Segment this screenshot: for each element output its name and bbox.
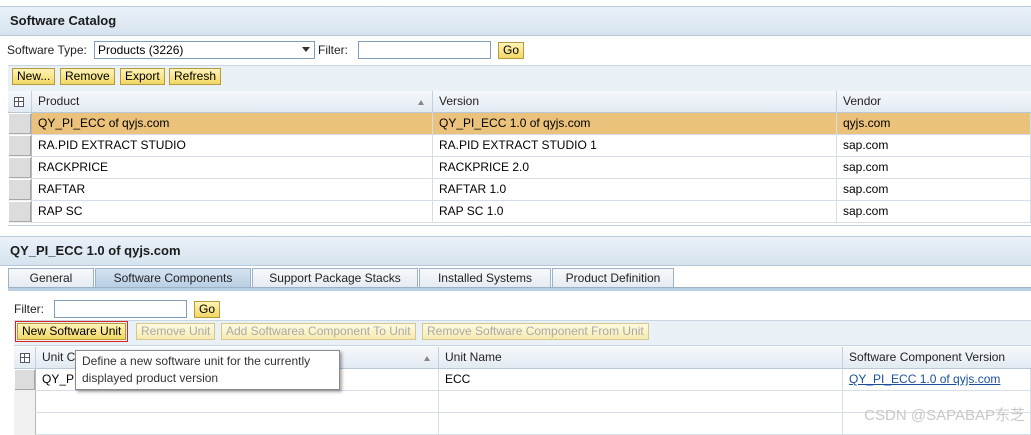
product-cell: RA.PID EXTRACT STUDIO xyxy=(32,135,433,157)
empty-cell xyxy=(439,391,843,413)
chevron-down-icon[interactable] xyxy=(302,47,310,52)
remove-button[interactable]: Remove xyxy=(60,68,115,85)
tab-strip-underline xyxy=(8,287,1031,291)
catalog-panel-title: Software Catalog xyxy=(0,6,1031,36)
row-selector xyxy=(14,391,36,413)
version-cell: RAFTAR 1.0 xyxy=(433,179,837,201)
vendor-cell: qyjs.com xyxy=(837,113,1031,135)
detail-toolbar: New Software Unit Remove Unit Add Softwa… xyxy=(14,320,1031,346)
detail-go-button[interactable]: Go xyxy=(194,301,221,318)
product-cell: RACKPRICE xyxy=(32,157,433,179)
row-selector[interactable] xyxy=(8,157,32,179)
catalog-toolbar: New... Remove Export Refresh xyxy=(8,65,1031,93)
catalog-filter-input[interactable] xyxy=(358,41,491,59)
table-row[interactable]: RACKPRICE RACKPRICE 2.0 sap.com xyxy=(8,157,1031,179)
vendor-cell: sap.com xyxy=(837,135,1031,157)
unit-c-column-label: Unit C xyxy=(42,350,76,364)
export-button[interactable]: Export xyxy=(120,68,165,85)
version-cell: RA.PID EXTRACT STUDIO 1 xyxy=(433,135,837,157)
row-selector xyxy=(14,413,36,435)
refresh-button[interactable]: Refresh xyxy=(169,68,222,85)
watermark: CSDN @SAPABAP东芝 xyxy=(864,407,1025,424)
vendor-column-header[interactable]: Vendor xyxy=(837,91,1031,113)
software-type-select[interactable]: Products (3226) xyxy=(94,41,315,59)
product-cell: QY_PI_ECC of qyjs.com xyxy=(32,113,433,135)
tab-installed-systems[interactable]: Installed Systems xyxy=(419,268,551,287)
tab-product-definition[interactable]: Product Definition xyxy=(552,268,674,287)
version-cell: RACKPRICE 2.0 xyxy=(433,157,837,179)
sort-ascending-icon[interactable] xyxy=(418,100,424,105)
detail-filter-input[interactable] xyxy=(54,300,187,318)
tooltip-line: Define a new software unit for the curre… xyxy=(82,354,311,368)
unit-name-cell: ECC xyxy=(439,369,843,391)
table-settings-icon[interactable] xyxy=(20,353,30,363)
remove-unit-button[interactable]: Remove Unit xyxy=(136,323,216,340)
empty-cell xyxy=(36,413,439,435)
scv-column-header[interactable]: Software Component Version xyxy=(843,347,1031,369)
detail-tabs: General Software Components Support Pack… xyxy=(8,268,1031,288)
sort-ascending-icon[interactable] xyxy=(424,356,430,361)
row-selector[interactable] xyxy=(8,113,32,135)
row-selector[interactable] xyxy=(8,135,32,157)
product-cell: RAFTAR xyxy=(32,179,433,201)
software-type-label: Software Type: xyxy=(7,43,87,57)
filter-label: Filter: xyxy=(318,43,348,57)
tooltip-line: displayed product version xyxy=(82,371,219,385)
table-settings-icon[interactable] xyxy=(14,97,24,107)
table-row[interactable]: RAFTAR RAFTAR 1.0 sap.com xyxy=(8,179,1031,201)
product-column-header[interactable]: Product xyxy=(32,91,433,113)
row-selector[interactable] xyxy=(8,201,32,223)
product-column-label: Product xyxy=(38,94,80,108)
version-cell: QY_PI_ECC 1.0 of qyjs.com xyxy=(433,113,837,135)
detail-filter-label: Filter: xyxy=(14,302,44,316)
table-row[interactable]: QY_PI_ECC of qyjs.com QY_PI_ECC 1.0 of q… xyxy=(8,113,1031,135)
tab-software-components[interactable]: Software Components xyxy=(95,268,251,287)
new-button[interactable]: New... xyxy=(12,68,56,85)
product-cell: RAP SC xyxy=(32,201,433,223)
row-selector[interactable] xyxy=(8,179,32,201)
tab-support-package-stacks[interactable]: Support Package Stacks xyxy=(252,268,418,287)
add-component-to-unit-button[interactable]: Add Softwarea Component To Unit xyxy=(221,323,416,340)
table-settings-header[interactable] xyxy=(14,347,36,369)
new-unit-tooltip: Define a new software unit for the curre… xyxy=(75,350,340,390)
version-cell: RAP SC 1.0 xyxy=(433,201,837,223)
unit-name-column-header[interactable]: Unit Name xyxy=(439,347,843,369)
version-column-header[interactable]: Version xyxy=(433,91,837,113)
table-row[interactable]: RAP SC RAP SC 1.0 sap.com xyxy=(8,201,1031,223)
new-software-unit-button[interactable]: New Software Unit xyxy=(14,321,129,342)
vendor-cell: sap.com xyxy=(837,157,1031,179)
detail-panel-title: QY_PI_ECC 1.0 of qyjs.com xyxy=(0,236,1031,266)
table-settings-header[interactable] xyxy=(8,91,32,113)
vendor-cell: sap.com xyxy=(837,179,1031,201)
catalog-go-button[interactable]: Go xyxy=(498,42,525,59)
software-type-value: Products (3226) xyxy=(98,43,184,57)
row-selector[interactable] xyxy=(14,369,36,391)
vendor-cell: sap.com xyxy=(837,201,1031,223)
empty-cell xyxy=(439,413,843,435)
remove-component-from-unit-button[interactable]: Remove Software Component From Unit xyxy=(422,323,649,340)
empty-cell xyxy=(36,391,439,413)
scv-cell: QY_PI_ECC 1.0 of qyjs.com xyxy=(843,369,1031,391)
scv-link[interactable]: QY_PI_ECC 1.0 of qyjs.com xyxy=(849,372,1000,386)
table-row[interactable]: RA.PID EXTRACT STUDIO RA.PID EXTRACT STU… xyxy=(8,135,1031,157)
catalog-table: Product Version Vendor QY_PI_ECC of qyjs… xyxy=(8,91,1031,226)
tab-general[interactable]: General xyxy=(8,268,94,287)
